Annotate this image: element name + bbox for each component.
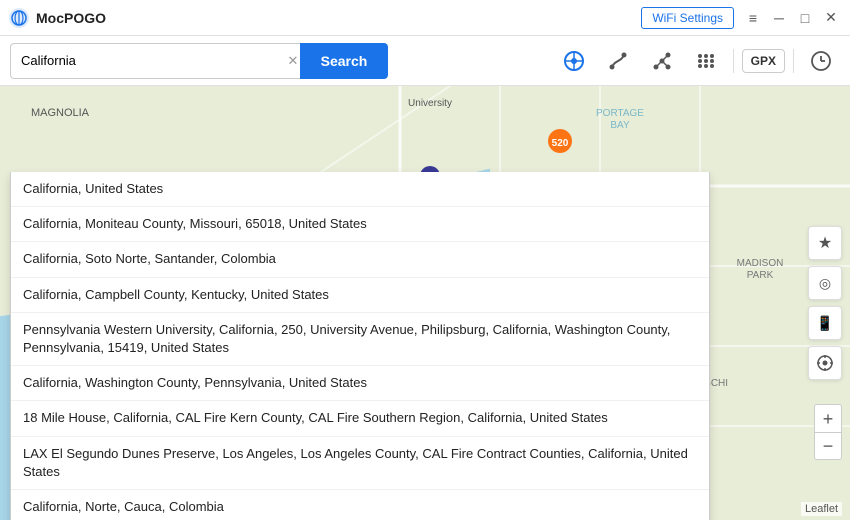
zoom-controls: + − [814,404,842,460]
search-button[interactable]: Search [300,43,388,79]
route-multi-button[interactable] [643,42,681,80]
svg-text:University: University [408,98,452,109]
favorites-button[interactable]: ★ [808,226,842,260]
svg-text:BAY: BAY [610,120,630,131]
more-icon [695,50,717,72]
minimize-button[interactable]: ─ [768,7,790,29]
window-controls: ≡ ─ □ ✕ [742,7,842,29]
zoom-out-button[interactable]: − [814,432,842,460]
phone-icon: 📱 [816,315,833,332]
hamburger-button[interactable]: ≡ [742,7,764,29]
dropdown-item[interactable]: California, Campbell County, Kentucky, U… [11,278,709,313]
more-button[interactable] [687,42,725,80]
maximize-button[interactable]: □ [794,7,816,29]
history-icon [810,50,832,72]
dropdown-item[interactable]: California, United States [11,172,709,207]
svg-text:MAGNOLIA: MAGNOLIA [31,107,90,119]
star-icon: ★ [818,233,832,253]
dropdown-item[interactable]: California, Moniteau County, Missouri, 6… [11,207,709,242]
app-title: MocPOGO [36,10,641,26]
wifi-settings-button[interactable]: WiFi Settings [641,7,734,29]
dropdown-item[interactable]: 18 Mile House, California, CAL Fire Kern… [11,401,709,436]
svg-text:PORTAGE: PORTAGE [596,108,644,119]
leaflet-badge: Leaflet [801,502,842,516]
route-single-icon [607,50,629,72]
locate-icon [816,354,834,372]
dropdown-item[interactable]: California, Soto Norte, Santander, Colom… [11,242,709,277]
search-container: ✕ Search [10,43,390,79]
history-button[interactable] [802,42,840,80]
svg-text:PARK: PARK [747,270,774,281]
toolbar-divider [733,49,734,73]
map-area[interactable]: 520 99 99 Seattle Elliott Bay CENTRAL DI… [0,86,850,520]
app-logo [8,7,30,29]
locate-button[interactable] [808,346,842,380]
svg-text:520: 520 [552,138,569,149]
close-button[interactable]: ✕ [820,7,842,29]
search-input[interactable] [10,43,300,79]
compass-button[interactable]: ◎ [808,266,842,300]
route-single-button[interactable] [599,42,637,80]
toolbar-divider-2 [793,49,794,73]
zoom-in-button[interactable]: + [814,404,842,432]
dropdown-item[interactable]: Pennsylvania Western University, Califor… [11,313,709,366]
route-multi-icon [651,50,673,72]
svg-text:MADISON: MADISON [737,258,784,269]
device-button[interactable]: 📱 [808,306,842,340]
dropdown-item[interactable]: California, Norte, Cauca, Colombia [11,490,709,520]
teleport-icon [563,50,585,72]
search-dropdown: California, United States California, Mo… [10,172,710,520]
titlebar: MocPOGO WiFi Settings ≡ ─ □ ✕ [0,0,850,36]
dropdown-item[interactable]: LAX El Segundo Dunes Preserve, Los Angel… [11,437,709,490]
clear-icon: ✕ [288,53,299,69]
gpx-button[interactable]: GPX [742,49,785,73]
dropdown-item[interactable]: California, Washington County, Pennsylva… [11,366,709,401]
search-clear-button[interactable]: ✕ [284,52,302,70]
compass-icon: ◎ [819,275,831,292]
right-panel: ★ ◎ 📱 [808,226,842,380]
toolbar: ✕ Search [0,36,850,86]
teleport-button[interactable] [555,42,593,80]
